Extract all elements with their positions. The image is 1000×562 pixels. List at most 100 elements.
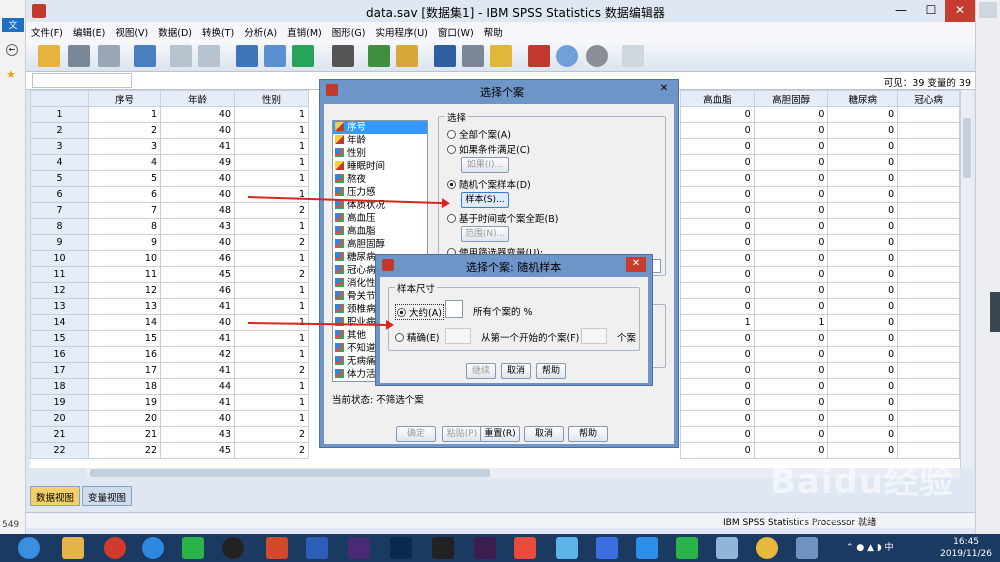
cell-seq[interactable]: 17 [88, 362, 161, 379]
cell-diabetes[interactable]: 0 [827, 426, 899, 443]
cell-cholesterol[interactable]: 0 [753, 394, 829, 411]
spss-taskbar-icon[interactable] [796, 537, 818, 559]
cell-cholesterol[interactable]: 0 [753, 250, 829, 267]
cell-hyperlipidemia[interactable]: 0 [680, 362, 755, 379]
cell-chd[interactable] [897, 106, 960, 123]
row-header[interactable]: 18 [30, 378, 89, 395]
cell-cholesterol[interactable]: 0 [753, 378, 829, 395]
cell-chd[interactable] [897, 410, 960, 427]
cell-hyperlipidemia[interactable]: 0 [680, 410, 755, 427]
menu-help[interactable]: 帮助 [479, 22, 508, 42]
video-editor-icon[interactable] [432, 537, 454, 559]
row-header[interactable]: 16 [30, 346, 89, 363]
cell-sex[interactable]: 1 [234, 282, 309, 299]
cell-hyperlipidemia[interactable]: 0 [680, 346, 755, 363]
cell-cholesterol[interactable]: 0 [753, 218, 829, 235]
cell-hyperlipidemia[interactable]: 0 [680, 122, 755, 139]
row-header[interactable]: 11 [30, 266, 89, 283]
random-dialog-close-button[interactable]: ✕ [626, 257, 646, 272]
cell-reference-box[interactable] [32, 73, 132, 88]
xmind-icon[interactable] [514, 537, 536, 559]
column-header-diabetes[interactable]: 糖尿病 [827, 90, 899, 107]
radio-if-condition-indicator[interactable] [447, 145, 456, 154]
cell-age[interactable]: 41 [160, 394, 235, 411]
cell-diabetes[interactable]: 0 [827, 410, 899, 427]
cell-cholesterol[interactable]: 0 [753, 122, 829, 139]
green-app-icon[interactable] [676, 537, 698, 559]
cell-diabetes[interactable]: 0 [827, 362, 899, 379]
cell-cholesterol[interactable]: 0 [753, 266, 829, 283]
split-file-icon[interactable] [434, 45, 456, 67]
cell-diabetes[interactable]: 0 [827, 314, 899, 331]
maximize-button[interactable]: ☐ [916, 0, 946, 22]
random-cancel-button[interactable]: 取消 [501, 363, 531, 379]
cancel-button[interactable]: 取消 [524, 426, 564, 442]
variable-list-item[interactable]: 高胆固醇 [333, 238, 427, 251]
cell-chd[interactable] [897, 362, 960, 379]
maximize-side-button[interactable] [979, 2, 997, 18]
cell-seq[interactable]: 4 [88, 154, 161, 171]
qq-icon[interactable] [222, 537, 244, 559]
weight-cases-icon[interactable] [462, 45, 484, 67]
cell-diabetes[interactable]: 0 [827, 282, 899, 299]
cell-seq[interactable]: 10 [88, 250, 161, 267]
column-header-sex[interactable]: 性别 [234, 90, 309, 107]
cell-sex[interactable]: 1 [234, 346, 309, 363]
cell-cholesterol[interactable]: 0 [753, 138, 829, 155]
cell-age[interactable]: 41 [160, 138, 235, 155]
cell-hyperlipidemia[interactable]: 0 [680, 154, 755, 171]
cell-chd[interactable] [897, 378, 960, 395]
insert-variable-icon[interactable] [396, 45, 418, 67]
cell-seq[interactable]: 14 [88, 314, 161, 331]
row-header[interactable]: 17 [30, 362, 89, 379]
notes-icon[interactable] [716, 537, 738, 559]
menu-window[interactable]: 窗口(W) [433, 22, 479, 42]
baidu-netdisk-icon[interactable] [636, 537, 658, 559]
taskbar-clock[interactable]: 16:45 2019/11/26 [940, 536, 992, 560]
cell-hyperlipidemia[interactable]: 0 [680, 186, 755, 203]
radio-range[interactable]: 基于时间或个案全距(B) [447, 211, 558, 225]
cell-chd[interactable] [897, 202, 960, 219]
cell-age[interactable]: 42 [160, 346, 235, 363]
cell-diabetes[interactable]: 0 [827, 234, 899, 251]
cell-hyperlipidemia[interactable]: 0 [680, 426, 755, 443]
cell-sex[interactable]: 2 [234, 234, 309, 251]
cell-diabetes[interactable]: 0 [827, 330, 899, 347]
cell-chd[interactable] [897, 138, 960, 155]
cell-seq[interactable]: 19 [88, 394, 161, 411]
insert-cases-icon[interactable] [368, 45, 390, 67]
cell-diabetes[interactable]: 0 [827, 170, 899, 187]
column-header-seq[interactable]: 序号 [88, 90, 161, 107]
cell-age[interactable]: 46 [160, 282, 235, 299]
menu-transform[interactable]: 转换(T) [197, 22, 239, 42]
cell-seq[interactable]: 6 [88, 186, 161, 203]
cell-hyperlipidemia[interactable]: 0 [680, 170, 755, 187]
cell-hyperlipidemia[interactable]: 0 [680, 330, 755, 347]
cell-age[interactable]: 40 [160, 122, 235, 139]
cell-hyperlipidemia[interactable]: 0 [680, 394, 755, 411]
cell-sex[interactable]: 1 [234, 330, 309, 347]
cell-diabetes[interactable]: 0 [827, 122, 899, 139]
minimize-button[interactable]: — [886, 0, 916, 22]
cell-hyperlipidemia[interactable]: 0 [680, 138, 755, 155]
variable-list-item[interactable]: 睡眠时间 [333, 160, 427, 173]
cell-diabetes[interactable]: 0 [827, 266, 899, 283]
cell-cholesterol[interactable]: 0 [753, 170, 829, 187]
cell-age[interactable]: 40 [160, 234, 235, 251]
radio-approximately[interactable]: 大约(A) [395, 304, 444, 320]
cell-chd[interactable] [897, 186, 960, 203]
cell-chd[interactable] [897, 346, 960, 363]
cell-hyperlipidemia[interactable]: 0 [680, 250, 755, 267]
cell-age[interactable]: 41 [160, 330, 235, 347]
cell-chd[interactable] [897, 234, 960, 251]
menu-direct-marketing[interactable]: 直销(M) [282, 22, 327, 42]
cell-cholesterol[interactable]: 1 [753, 314, 829, 331]
cell-seq[interactable]: 20 [88, 410, 161, 427]
cell-age[interactable]: 46 [160, 250, 235, 267]
cell-sex[interactable]: 1 [234, 138, 309, 155]
cell-age[interactable]: 40 [160, 410, 235, 427]
variable-list-item[interactable]: 序号 [333, 121, 427, 134]
premiere-icon[interactable] [474, 537, 496, 559]
column-header-hyperlipidemia[interactable]: 高血脂 [680, 90, 755, 107]
file-explorer-icon[interactable] [62, 537, 84, 559]
